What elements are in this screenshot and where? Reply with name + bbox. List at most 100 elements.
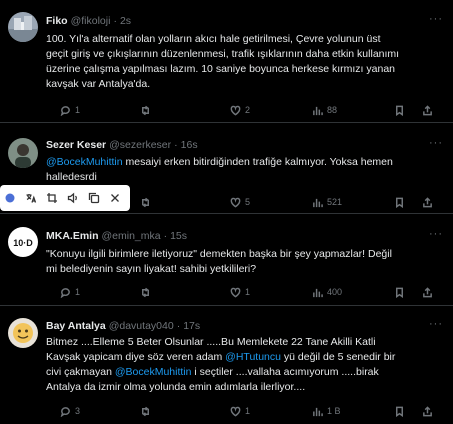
like-count: 1 <box>245 406 251 416</box>
reply-count: 1 <box>75 105 81 115</box>
like-count: 5 <box>245 197 251 207</box>
mention-link[interactable]: @HTutuncu <box>225 351 281 363</box>
svg-text:10·D: 10·D <box>13 238 33 248</box>
author-handle[interactable]: @emin_mka <box>102 230 161 242</box>
mention-link[interactable]: @BocekMuhittin <box>46 156 123 168</box>
bookmark-button[interactable] <box>394 195 405 209</box>
tweet-line: halledesrdi <box>46 171 97 183</box>
heart-icon <box>230 287 241 297</box>
tweet-actions: 3 1 1 B <box>46 404 444 418</box>
tweet-line: üzerine çalışma yapılması lazım. 10 sani… <box>46 63 395 75</box>
reply-icon <box>60 287 70 298</box>
floating-toolbar <box>0 185 130 211</box>
share-button[interactable] <box>422 404 433 418</box>
author-name[interactable]: Sezer Keser <box>46 139 106 151</box>
retweet-icon <box>142 406 149 416</box>
tweet-bay-antalya[interactable]: Bay Antalya @davutay040 · 17s ··· Bitmez ..… <box>0 306 453 424</box>
tweet-line: Kavşak yapicam diye söz veren adam @HTut… <box>46 350 444 365</box>
share-icon <box>423 286 432 297</box>
author-handle[interactable]: @fikoloji <box>71 15 111 27</box>
tweet-fiko[interactable]: Fiko @fikoloji · 2s ··· 100. Yıl'a alternat… <box>0 0 453 123</box>
bookmark-button[interactable] <box>394 285 405 299</box>
share-button[interactable] <box>422 195 433 209</box>
author-name[interactable]: Fiko <box>46 15 68 27</box>
separator-dot: · <box>174 139 178 151</box>
like-button[interactable]: 1 <box>230 404 250 418</box>
share-button[interactable] <box>422 285 433 299</box>
tweet-text: "Konuyu ilgili birimlere iletiyoruz" dem… <box>46 247 444 277</box>
tweet-line-text: mesaiyi erken bitirdiğinden trafiğe kalm… <box>122 156 393 168</box>
view-count: 88 <box>327 105 338 115</box>
avatar[interactable] <box>8 12 38 42</box>
timestamp[interactable]: 15s <box>170 230 187 242</box>
views-icon <box>313 288 323 297</box>
share-button[interactable] <box>422 103 433 117</box>
avatar[interactable]: 10·D <box>8 227 38 257</box>
like-button[interactable]: 1 <box>230 285 250 299</box>
avatar[interactable] <box>8 138 38 168</box>
views-button[interactable]: 521 <box>312 195 342 209</box>
like-count: 2 <box>245 105 251 115</box>
like-button[interactable]: 2 <box>230 103 250 117</box>
tweet-line-text: yü değil de 5 senedir bir <box>280 351 396 363</box>
bookmark-icon <box>396 197 403 208</box>
crop-icon[interactable] <box>46 192 58 204</box>
tweet-actions: 1 1 400 <box>46 285 444 299</box>
close-icon[interactable] <box>109 192 121 204</box>
like-button[interactable]: 5 <box>230 195 250 209</box>
tweet-mka-emin[interactable]: 10·D MKA.Emin @emin_mka · 15s ··· "Konuyu i… <box>0 214 453 306</box>
tweet-text: Bitmez ....Elleme 5 Beter Olsunlar .....… <box>46 335 444 395</box>
views-button[interactable]: 88 <box>312 103 337 117</box>
tweet-line: Antalya da izmir olma yolunda emin adıml… <box>46 381 306 393</box>
speaker-icon[interactable] <box>67 192 79 204</box>
translate-icon[interactable] <box>25 192 37 204</box>
view-count: 1 B <box>327 406 341 416</box>
author-name[interactable]: Bay Antalya <box>46 320 106 332</box>
like-count: 1 <box>245 287 251 297</box>
reply-icon <box>60 105 70 116</box>
reply-button[interactable]: 1 <box>60 103 80 117</box>
more-options-icon[interactable]: ··· <box>429 137 443 149</box>
retweet-button[interactable] <box>140 404 155 418</box>
mention-link[interactable]: @BocekMuhittin <box>115 366 192 378</box>
reply-button[interactable]: 1 <box>60 285 80 299</box>
author-name[interactable]: MKA.Emin <box>46 230 99 242</box>
avatar[interactable] <box>8 318 38 348</box>
tweet-line-text: Kavşak yapicam diye söz veren adam <box>46 351 226 363</box>
bookmark-icon <box>396 287 403 298</box>
more-options-icon[interactable]: ··· <box>429 13 443 25</box>
extension-icon[interactable] <box>4 192 16 204</box>
timestamp[interactable]: 2s <box>120 15 131 27</box>
heart-icon <box>230 105 241 115</box>
views-button[interactable]: 1 B <box>312 404 341 418</box>
timestamp[interactable]: 17s <box>183 320 200 332</box>
reply-button[interactable]: 3 <box>60 404 80 418</box>
reply-count: 1 <box>75 287 81 297</box>
copy-icon[interactable] <box>88 192 100 204</box>
author-handle[interactable]: @sezerkeser <box>109 139 171 151</box>
heart-icon <box>230 406 241 416</box>
share-icon <box>423 196 432 207</box>
retweet-button[interactable] <box>140 195 155 209</box>
tweet-actions: 1 2 88 <box>46 103 444 117</box>
retweet-icon <box>142 197 149 207</box>
views-icon <box>313 407 323 416</box>
retweet-icon <box>142 105 149 115</box>
tweet-line: mi belediyenin sayın liyakat! sahibi yet… <box>46 263 257 275</box>
tweet-text: @BocekMuhittin mesaiyi erken bitirdiğind… <box>46 155 444 185</box>
heart-icon <box>230 197 241 207</box>
retweet-button[interactable] <box>140 103 155 117</box>
bookmark-icon <box>396 406 403 417</box>
retweet-icon <box>142 287 149 297</box>
author-handle[interactable]: @davutay040 <box>109 320 174 332</box>
reply-count: 3 <box>75 406 81 416</box>
timestamp[interactable]: 16s <box>181 139 198 151</box>
more-options-icon[interactable]: ··· <box>429 228 443 240</box>
bookmark-button[interactable] <box>394 404 405 418</box>
views-button[interactable]: 400 <box>312 285 342 299</box>
more-options-icon[interactable]: ··· <box>429 318 443 330</box>
retweet-button[interactable] <box>140 285 155 299</box>
tweet-line: 100. Yıl'a alternatif olan yolların akıc… <box>46 33 381 45</box>
tweet-line: "Konuyu ilgili birimlere iletiyoruz" dem… <box>46 248 392 260</box>
bookmark-button[interactable] <box>394 103 405 117</box>
